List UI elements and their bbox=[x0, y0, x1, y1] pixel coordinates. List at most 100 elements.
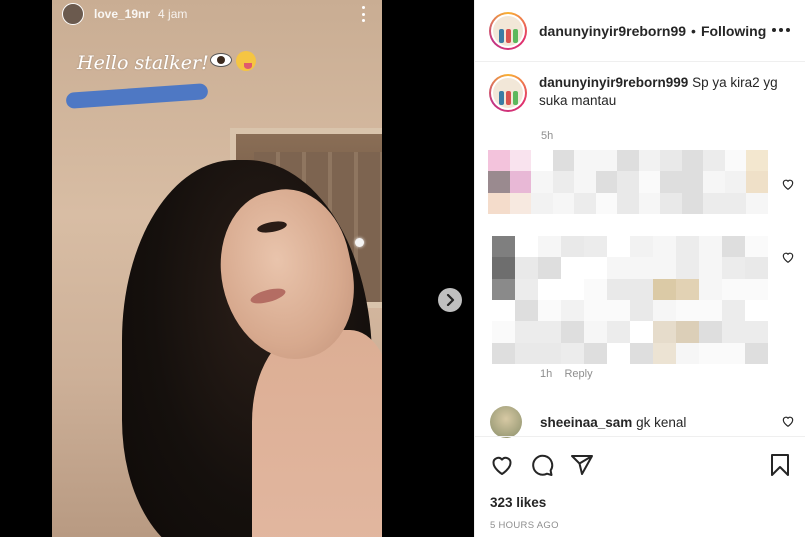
censored-comment-1 bbox=[488, 150, 768, 214]
pixel-cell bbox=[595, 192, 618, 214]
pixel-cell bbox=[746, 192, 768, 214]
pixel-cell bbox=[584, 236, 607, 258]
pixel-cell bbox=[607, 236, 630, 258]
header-avatar[interactable] bbox=[489, 11, 527, 50]
story-username: love_19nr bbox=[94, 7, 151, 21]
pixel-cell bbox=[515, 300, 538, 322]
pixel-cell bbox=[561, 257, 584, 279]
post-header: danunyinyir9reborn99 • Following bbox=[475, 0, 805, 62]
pixel-cell bbox=[653, 236, 676, 258]
instagram-post-modal: love_19nr 4 jam Hello stalker! danunyiny… bbox=[0, 0, 805, 537]
following-button[interactable]: Following bbox=[701, 23, 766, 39]
pixel-cell bbox=[699, 342, 722, 364]
neck-shape bbox=[252, 330, 382, 537]
next-media-button[interactable] bbox=[438, 288, 462, 312]
pixel-cell bbox=[509, 192, 532, 214]
pixel-cell bbox=[724, 150, 747, 172]
story-header: love_19nr 4 jam bbox=[52, 0, 382, 28]
header-username[interactable]: danunyinyir9reborn99 bbox=[539, 23, 686, 39]
pixel-cell bbox=[515, 342, 538, 364]
pixel-cell bbox=[746, 171, 768, 193]
pixel-cell bbox=[584, 342, 607, 364]
pixel-cell bbox=[676, 342, 699, 364]
pixel-cell bbox=[561, 236, 584, 258]
story-screenshot: love_19nr 4 jam Hello stalker! bbox=[52, 0, 382, 537]
pixel-cell bbox=[630, 257, 653, 279]
pixel-cell bbox=[722, 278, 745, 300]
pixel-cell bbox=[703, 192, 725, 214]
censored-comment-2 bbox=[492, 236, 768, 364]
pixel-cell bbox=[638, 192, 661, 214]
bookmark-icon[interactable] bbox=[769, 453, 791, 477]
pixel-cell bbox=[699, 278, 722, 300]
comment-username[interactable]: sheeinaa_sam bbox=[540, 415, 632, 430]
pixel-cell bbox=[722, 236, 745, 258]
pixel-cell bbox=[722, 300, 745, 322]
pixel-cell bbox=[492, 300, 515, 322]
pixel-cell bbox=[509, 150, 532, 172]
pixel-cell bbox=[595, 150, 618, 172]
comment-heart-icon[interactable] bbox=[781, 250, 795, 264]
pixel-cell bbox=[681, 192, 704, 214]
pixel-cell bbox=[538, 342, 561, 364]
pixel-cell bbox=[724, 171, 747, 193]
comment-heart-icon[interactable] bbox=[781, 177, 795, 191]
pixel-cell bbox=[699, 236, 722, 258]
likes-count[interactable]: 323 likes bbox=[490, 495, 546, 510]
pixel-cell bbox=[531, 192, 553, 214]
pixel-cell bbox=[638, 171, 661, 193]
pixel-cell bbox=[492, 278, 515, 300]
pixel-cell bbox=[699, 257, 722, 279]
comment-heart-icon[interactable] bbox=[781, 414, 795, 428]
pixel-cell bbox=[676, 321, 699, 343]
pixel-cell bbox=[746, 150, 768, 172]
pixel-cell bbox=[745, 257, 768, 279]
action-bar: 323 likes 5 HOURS AGO bbox=[474, 436, 805, 537]
pixel-cell bbox=[722, 342, 745, 364]
pixel-cell bbox=[607, 342, 630, 364]
pixel-cell bbox=[515, 321, 538, 343]
pixel-cell bbox=[676, 236, 699, 258]
heart-icon[interactable] bbox=[490, 453, 514, 477]
pixel-cell bbox=[492, 321, 515, 343]
media-pane: love_19nr 4 jam Hello stalker! bbox=[0, 0, 474, 537]
pixel-cell bbox=[574, 150, 596, 172]
pixel-cell bbox=[561, 278, 584, 300]
pixel-cell bbox=[561, 342, 584, 364]
pixel-cell bbox=[653, 300, 676, 322]
pixel-cell bbox=[630, 236, 653, 258]
comment-text: sheeinaa_sam gk kenal bbox=[540, 415, 686, 430]
caption-username[interactable]: danunyinyir9reborn999 bbox=[539, 75, 688, 90]
comment-icon[interactable] bbox=[530, 453, 554, 477]
pixel-cell bbox=[515, 278, 538, 300]
pixel-cell bbox=[745, 278, 768, 300]
pixel-cell bbox=[676, 300, 699, 322]
pixel-cell bbox=[607, 278, 630, 300]
caption-avatar[interactable] bbox=[489, 74, 527, 112]
pixel-cell bbox=[552, 192, 575, 214]
pixel-cell bbox=[492, 236, 515, 258]
more-icon[interactable] bbox=[772, 28, 790, 32]
pixel-cell bbox=[699, 300, 722, 322]
pixel-cell bbox=[607, 321, 630, 343]
pixel-cell bbox=[488, 192, 510, 214]
comment-body: gk kenal bbox=[636, 414, 687, 430]
pixel-cell bbox=[595, 171, 618, 193]
hidden-reply-time: 1h bbox=[540, 368, 553, 380]
pixel-cell bbox=[561, 300, 584, 322]
pixel-cell bbox=[574, 171, 596, 193]
pixel-cell bbox=[703, 150, 725, 172]
hidden-reply-button[interactable]: Reply bbox=[564, 368, 592, 380]
redaction-scribble bbox=[65, 83, 209, 109]
pixel-cell bbox=[552, 150, 575, 172]
pixel-cell bbox=[492, 342, 515, 364]
comment-avatar[interactable] bbox=[490, 406, 522, 438]
pixel-cell bbox=[681, 171, 704, 193]
pixel-cell bbox=[617, 192, 639, 214]
story-more-icon bbox=[362, 6, 366, 22]
share-icon[interactable] bbox=[570, 453, 594, 477]
pixel-cell bbox=[699, 321, 722, 343]
pixel-cell bbox=[653, 257, 676, 279]
pixel-cell bbox=[552, 171, 575, 193]
pixel-cell bbox=[584, 278, 607, 300]
